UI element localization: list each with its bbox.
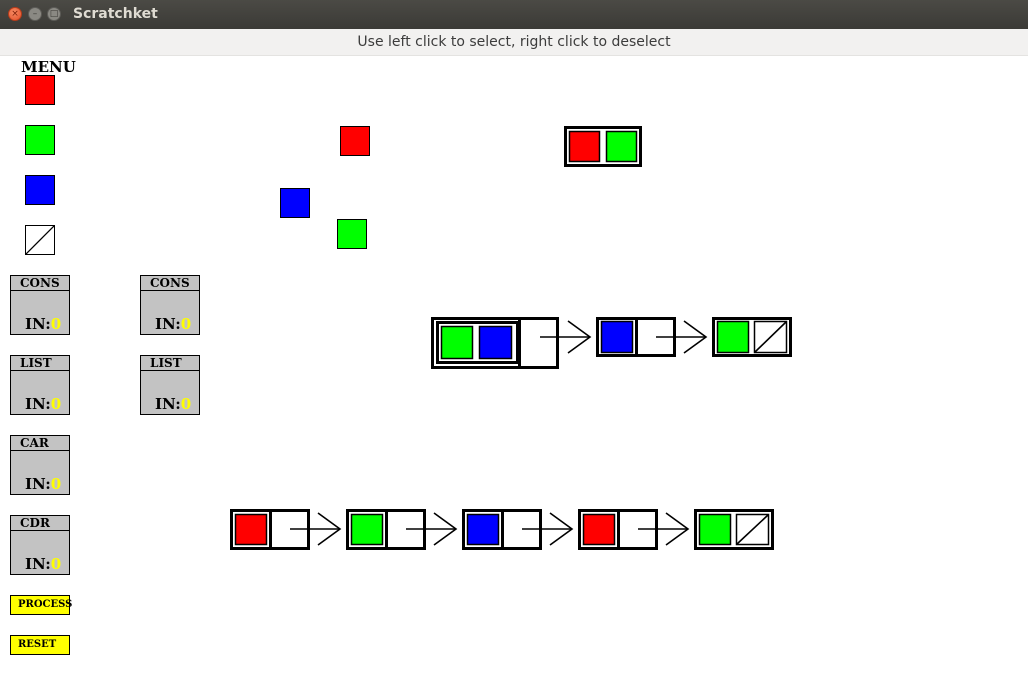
pair-red-green[interactable] — [564, 126, 642, 167]
canvas-structures — [230, 126, 792, 550]
bottom-list[interactable] — [230, 509, 774, 550]
middle-list[interactable] — [431, 317, 792, 369]
